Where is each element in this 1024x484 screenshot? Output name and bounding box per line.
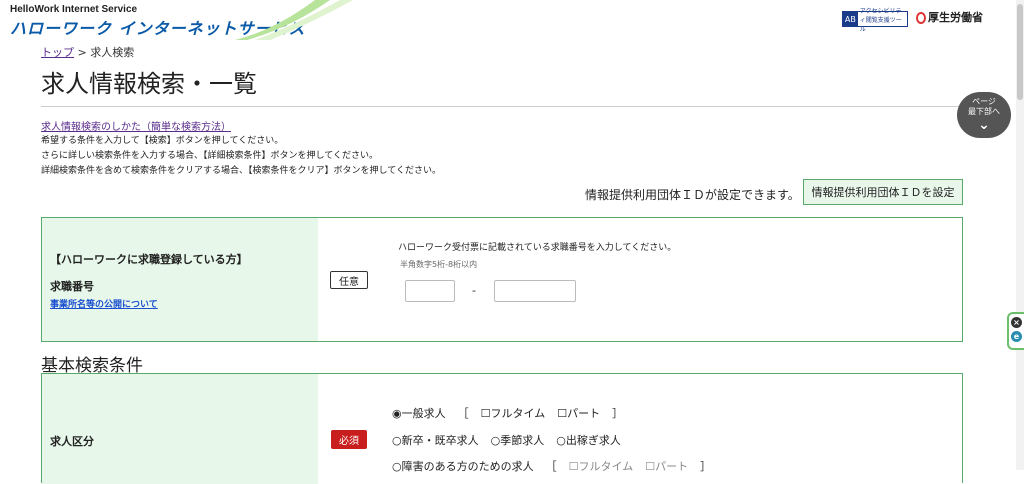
checkbox-parttime[interactable]: ☐パート <box>557 405 600 421</box>
job-seeker-number-input-1[interactable] <box>405 280 455 302</box>
breadcrumb-top-link[interactable]: トップ <box>41 46 74 59</box>
scrollbar-thumb[interactable] <box>1017 4 1023 100</box>
help-text-1: 希望する条件を入力して【検索】ボタンを押してください。 <box>41 136 284 146</box>
bracket-open: ［ <box>457 407 469 420</box>
chevron-down-icon: ⌄ <box>978 117 990 133</box>
job-category-section: 求人区分 必須 ◉一般求人 ［ ☐フルタイム ☐パート ］ ○新卒・既卒求人 ○… <box>41 373 963 484</box>
breadcrumb-current: > 求人検索 <box>77 46 135 59</box>
required-badge: 必須 <box>331 430 367 449</box>
option-row-1: ◉一般求人 ［ ☐フルタイム ☐パート ］ <box>392 405 635 421</box>
site-header: HelloWork Internet Service ハローワーク インターネッ… <box>0 0 1024 40</box>
help-text-3: 詳細検索条件を含めて検索条件をクリアする場合、【検索条件をクリア】ボタンを押して… <box>41 166 441 176</box>
search-howto-link[interactable]: 求人情報検索のしかた（簡単な検索方法） <box>41 118 231 133</box>
ministry-name: 厚生労働省 <box>928 11 983 24</box>
job-seeker-number-hint: 半角数字5桁-8桁以内 <box>400 260 478 269</box>
title-divider <box>41 106 963 107</box>
edge-icon[interactable]: e <box>1011 331 1022 342</box>
optional-badge: 任意 <box>330 271 368 289</box>
option-row-2: ○新卒・既卒求人 ○季節求人 ○出稼ぎ求人 <box>392 432 633 448</box>
org-id-label: 情報提供利用団体ＩＤが設定できます。 <box>585 188 800 202</box>
logo-english[interactable]: HelloWork Internet Service <box>10 4 137 15</box>
set-org-id-button[interactable]: 情報提供利用団体ＩＤを設定 <box>803 179 963 205</box>
help-text-2: さらに詳しい検索条件を入力する場合、【詳細検索条件】ボタンを押してください。 <box>41 151 378 161</box>
checkbox-fulltime[interactable]: ☐フルタイム <box>481 405 546 421</box>
accessibility-mark-icon: AB <box>843 12 858 26</box>
radio-migrant-work[interactable]: ○出稼ぎ求人 <box>556 432 621 448</box>
scroll-to-bottom-button[interactable]: ページ 最下部へ ⌄ <box>957 92 1011 138</box>
checkbox-fulltime-disabled: ☐フルタイム <box>568 460 634 473</box>
scroll-bottom-label-2: 最下部へ <box>968 107 1000 116</box>
close-icon[interactable]: × <box>1011 317 1022 328</box>
job-category-label-cell: 求人区分 <box>42 374 318 484</box>
job-seeker-number-section: 【ハローワークに求職登録している方】 求職番号 事業所名等の公開について 任意 … <box>41 217 963 342</box>
job-category-label: 求人区分 <box>50 435 94 448</box>
job-seeker-number-input-2[interactable] <box>494 280 576 302</box>
job-seeker-number-info: ハローワーク受付票に記載されている求職番号を入力してください。 <box>398 243 677 253</box>
job-seeker-label-cell: 【ハローワークに求職登録している方】 求職番号 事業所名等の公開について <box>42 218 318 341</box>
ministry-emblem-icon <box>916 12 926 24</box>
bracket-open-2: ［ <box>545 460 557 473</box>
side-widget[interactable]: × e <box>1007 312 1024 350</box>
page-title: 求人情報検索・一覧 <box>41 70 257 98</box>
checkbox-parttime-disabled: ☐パート <box>645 460 689 473</box>
accessibility-label: アクセシビリティ閲覧支援ツール <box>859 7 902 33</box>
logo-swoosh-icon <box>235 0 353 40</box>
radio-seasonal[interactable]: ○季節求人 <box>491 432 545 448</box>
job-seeker-number-label: 求職番号 <box>50 280 94 293</box>
ministry-logo[interactable]: 厚生労働省 <box>916 9 983 25</box>
number-separator: - <box>472 284 476 297</box>
bracket-close-2: ］ <box>700 460 712 473</box>
radio-disability-job[interactable]: ○障害のある方のための求人 <box>392 458 534 474</box>
company-disclosure-link[interactable]: 事業所名等の公開について <box>50 297 158 310</box>
accessibility-tool-button[interactable]: AB アクセシビリティ閲覧支援ツール <box>842 8 908 33</box>
bracket-close: ］ <box>612 407 624 420</box>
scroll-bottom-label-1: ページ <box>972 97 996 106</box>
registered-heading: 【ハローワークに求職登録している方】 <box>50 253 248 266</box>
breadcrumb: トップ > 求人検索 <box>41 44 134 60</box>
radio-general-job[interactable]: ◉一般求人 <box>392 405 446 421</box>
option-row-3: ○障害のある方のための求人 ［ ☐フルタイム ☐パート ］ <box>392 458 723 474</box>
radio-new-graduate[interactable]: ○新卒・既卒求人 <box>392 432 479 448</box>
